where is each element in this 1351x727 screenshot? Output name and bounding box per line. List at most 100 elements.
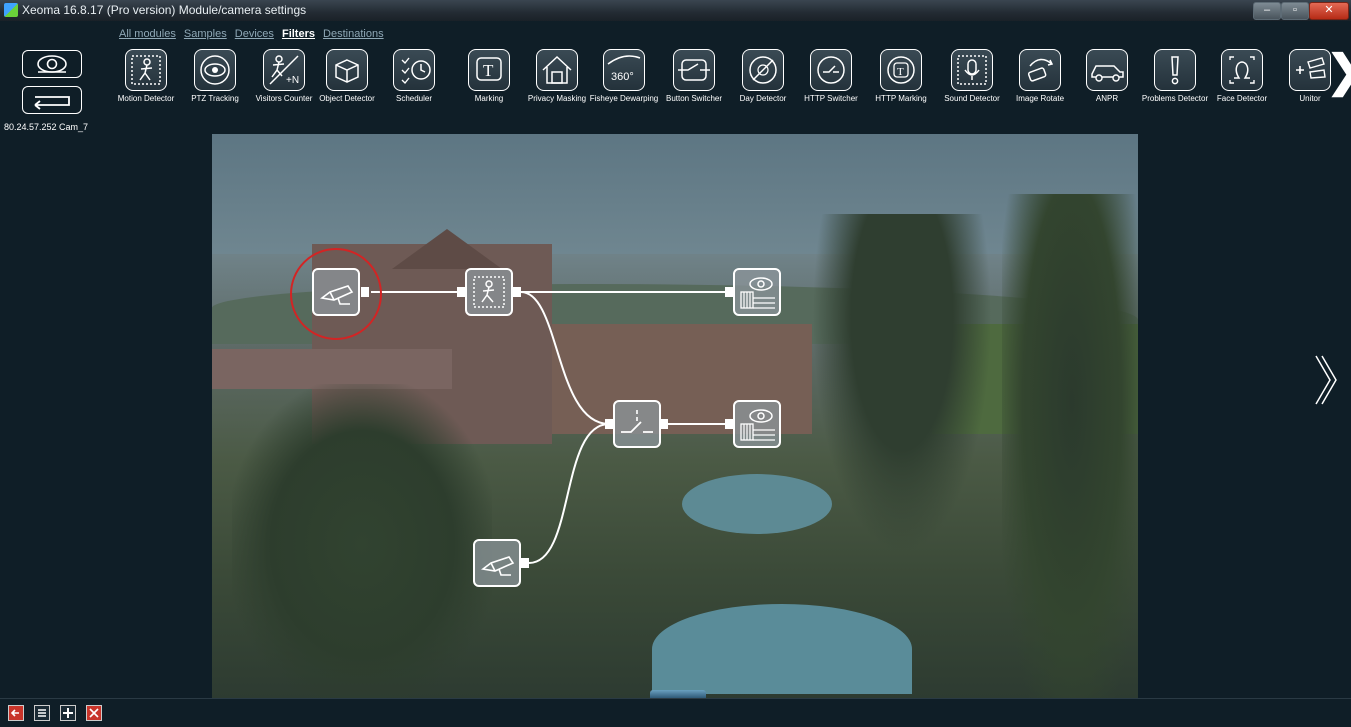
maximize-button[interactable]: ▫: [1281, 2, 1309, 20]
privacy-masking-icon: [536, 49, 578, 91]
camera-icon: [320, 285, 354, 305]
camera-node-1[interactable]: [312, 268, 360, 316]
preview-archive-icon: [740, 277, 775, 309]
preview-archive-node-2[interactable]: [733, 400, 781, 448]
input-port[interactable]: [605, 419, 613, 429]
output-port[interactable]: [660, 419, 668, 429]
tab-all-modules[interactable]: All modules: [119, 28, 176, 40]
tab-destinations[interactable]: Destinations: [323, 28, 384, 40]
tool-label: HTTP Switcher: [804, 94, 858, 103]
tool-label: Scheduler: [395, 94, 433, 103]
xeoma-app-icon: [4, 3, 18, 17]
svg-text:360°: 360°: [611, 71, 634, 83]
plus-icon: [63, 708, 73, 718]
tool-fisheye-dewarping[interactable]: 360° Fisheye Dewarping: [588, 49, 660, 103]
preview-archive-icon: [740, 409, 775, 441]
tool-label: Image Rotate: [1015, 94, 1065, 103]
preview-archive-node-1[interactable]: [733, 268, 781, 316]
motion-detector-node[interactable]: [465, 268, 513, 316]
tool-http-switcher[interactable]: HTTP Switcher: [795, 49, 867, 103]
module-connections: [290, 248, 727, 564]
output-port[interactable]: [521, 558, 529, 568]
tool-label: Day Detector: [739, 94, 787, 103]
svg-text:+N: +N: [286, 75, 299, 86]
tab-devices[interactable]: Devices: [235, 28, 274, 40]
tool-image-rotate[interactable]: Image Rotate: [1004, 49, 1076, 103]
visitors-counter-icon: +N: [263, 49, 305, 91]
back-arrow-icon: [34, 96, 70, 110]
tool-motion-detector[interactable]: Motion Detector: [110, 49, 182, 103]
tab-filters[interactable]: Filters: [282, 28, 315, 40]
toolbar-scroll-right-button[interactable]: ❯: [1326, 42, 1351, 102]
tool-label: PTZ Tracking: [191, 94, 239, 103]
eye-icon: [37, 55, 67, 73]
switcher-node[interactable]: [613, 400, 661, 448]
output-port[interactable]: [361, 287, 369, 297]
close-icon: [89, 708, 99, 718]
tool-privacy-masking[interactable]: Privacy Masking: [521, 49, 593, 103]
scheduler-icon: [393, 49, 435, 91]
connection-line: [520, 291, 610, 425]
tool-scheduler[interactable]: Scheduler: [378, 49, 450, 103]
minimize-button[interactable]: –: [1253, 2, 1281, 20]
list-view-button[interactable]: [34, 705, 50, 721]
tool-label: Visitors Counter: [255, 94, 313, 103]
close-button[interactable]: ✕: [1309, 2, 1349, 20]
tool-label: Sound Detector: [944, 94, 1000, 103]
input-port[interactable]: [725, 419, 733, 429]
tool-object-detector[interactable]: Object Detector: [311, 49, 383, 103]
fisheye-dewarping-icon: 360°: [603, 49, 645, 91]
tool-label: Face Detector: [1216, 94, 1268, 103]
tool-label: ANPR: [1095, 94, 1119, 103]
tool-visitors-counter[interactable]: +N Visitors Counter: [248, 49, 320, 103]
tool-label: Marking: [474, 94, 504, 103]
next-camera-arrow-icon[interactable]: [1310, 350, 1340, 410]
input-port[interactable]: [725, 287, 733, 297]
camera-icon: [481, 556, 515, 576]
http-switcher-icon: [810, 49, 852, 91]
button-switcher-icon: [673, 49, 715, 91]
camera-address-label: 80.24.57.252 Cam_7: [4, 122, 89, 132]
bottom-toolbar: [0, 698, 1351, 727]
tool-day-detector[interactable]: Day Detector: [727, 49, 799, 103]
module-toolbar: Motion Detector PTZ Tracking +N Visitors…: [0, 42, 1351, 134]
window-title: Xeoma 16.8.17 (Pro version) Module/camer…: [22, 3, 307, 17]
tool-face-detector[interactable]: Face Detector: [1206, 49, 1278, 103]
unitor-icon: [1289, 49, 1331, 91]
tab-samples[interactable]: Samples: [184, 28, 227, 40]
http-marking-icon: T: [880, 49, 922, 91]
tool-anpr[interactable]: ANPR: [1071, 49, 1143, 103]
module-chain-workspace: [0, 134, 1351, 698]
sound-detector-icon: [951, 49, 993, 91]
tool-http-marking[interactable]: T HTTP Marking: [865, 49, 937, 103]
tool-ptz-tracking[interactable]: PTZ Tracking: [179, 49, 251, 103]
anpr-icon: [1086, 49, 1128, 91]
back-arrow-icon: [10, 709, 19, 717]
tool-label: HTTP Marking: [875, 94, 927, 103]
svg-text:T: T: [897, 66, 904, 78]
svg-text:T: T: [483, 61, 494, 80]
motion-detector-icon: [473, 276, 505, 308]
tool-sound-detector[interactable]: Sound Detector: [936, 49, 1008, 103]
camera-node-2[interactable]: [473, 539, 521, 587]
list-icon: [38, 709, 46, 717]
face-detector-icon: [1221, 49, 1263, 91]
delete-button[interactable]: [86, 705, 102, 721]
input-port[interactable]: [457, 287, 465, 297]
day-detector-icon: [742, 49, 784, 91]
title-bar: Xeoma 16.8.17 (Pro version) Module/camer…: [0, 0, 1351, 21]
back-button[interactable]: [8, 705, 24, 721]
preview-eye-button[interactable]: [22, 50, 82, 78]
tool-label: Privacy Masking: [527, 94, 587, 103]
tool-marking[interactable]: T Marking: [453, 49, 525, 103]
add-camera-button[interactable]: [60, 705, 76, 721]
problems-detector-icon: [1154, 49, 1196, 91]
tool-button-switcher[interactable]: Button Switcher: [658, 49, 730, 103]
output-port[interactable]: [513, 287, 521, 297]
panel-drag-handle[interactable]: [650, 690, 706, 698]
tool-problems-detector[interactable]: Problems Detector: [1139, 49, 1211, 103]
tool-label: Motion Detector: [117, 94, 175, 103]
back-button[interactable]: [22, 86, 82, 114]
module-category-tabs: All modules Samples Devices Filters Dest…: [119, 28, 389, 42]
connection-line: [528, 423, 610, 564]
